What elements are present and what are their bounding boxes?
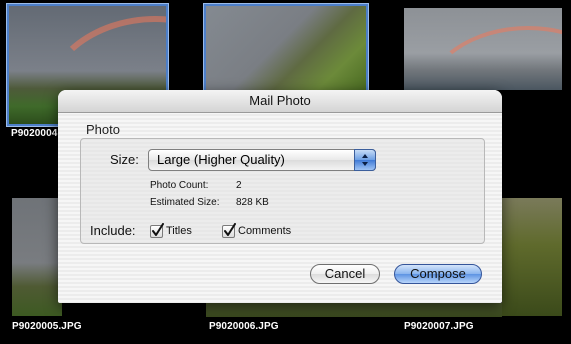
thumbnail-5[interactable] [206, 303, 502, 317]
comments-label[interactable]: Comments [238, 225, 291, 237]
rainbow-image [206, 6, 358, 90]
estimated-size-label: Estimated Size: [150, 197, 220, 208]
thumbnail-2[interactable] [206, 6, 366, 90]
photo-rainbow-trees [12, 198, 62, 316]
include-label: Include: [90, 223, 136, 238]
size-popup-button[interactable]: Large (Higher Quality) [148, 149, 376, 171]
rainbow-image [424, 26, 562, 90]
cancel-button[interactable]: Cancel [310, 264, 380, 284]
up-down-chevron-icon [354, 149, 376, 171]
thumbnail-caption: P9020005.JPG [12, 321, 82, 332]
thumbnail-caption: P9020007.JPG [404, 321, 474, 332]
titles-checkbox[interactable] [150, 223, 164, 238]
checkmark-icon [152, 223, 164, 236]
group-label-photo: Photo [86, 122, 120, 137]
comments-checkbox[interactable] [222, 223, 236, 238]
size-popup-value: Large (Higher Quality) [157, 152, 285, 167]
size-label: Size: [110, 152, 139, 167]
estimated-size-value: 828 KB [236, 197, 269, 208]
checkmark-icon [224, 223, 236, 236]
thumbnail-6[interactable] [502, 198, 562, 316]
photo-count-label: Photo Count: [150, 180, 209, 191]
thumbnail-4[interactable] [12, 198, 62, 316]
dialog-title: Mail Photo [58, 90, 502, 113]
compose-button[interactable]: Compose [394, 264, 482, 284]
photo-grass [206, 303, 502, 317]
photo-rainbow-trees [206, 6, 366, 90]
photo-rainbow-house [404, 8, 562, 90]
titles-label[interactable]: Titles [166, 225, 192, 237]
thumbnail-caption: P9020006.JPG [209, 321, 279, 332]
mail-photo-dialog: Mail Photo Photo Size: Large (Higher Qua… [58, 90, 502, 303]
photo-trees [502, 198, 562, 316]
thumbnail-3[interactable] [404, 8, 562, 90]
photo-count-value: 2 [236, 180, 242, 191]
